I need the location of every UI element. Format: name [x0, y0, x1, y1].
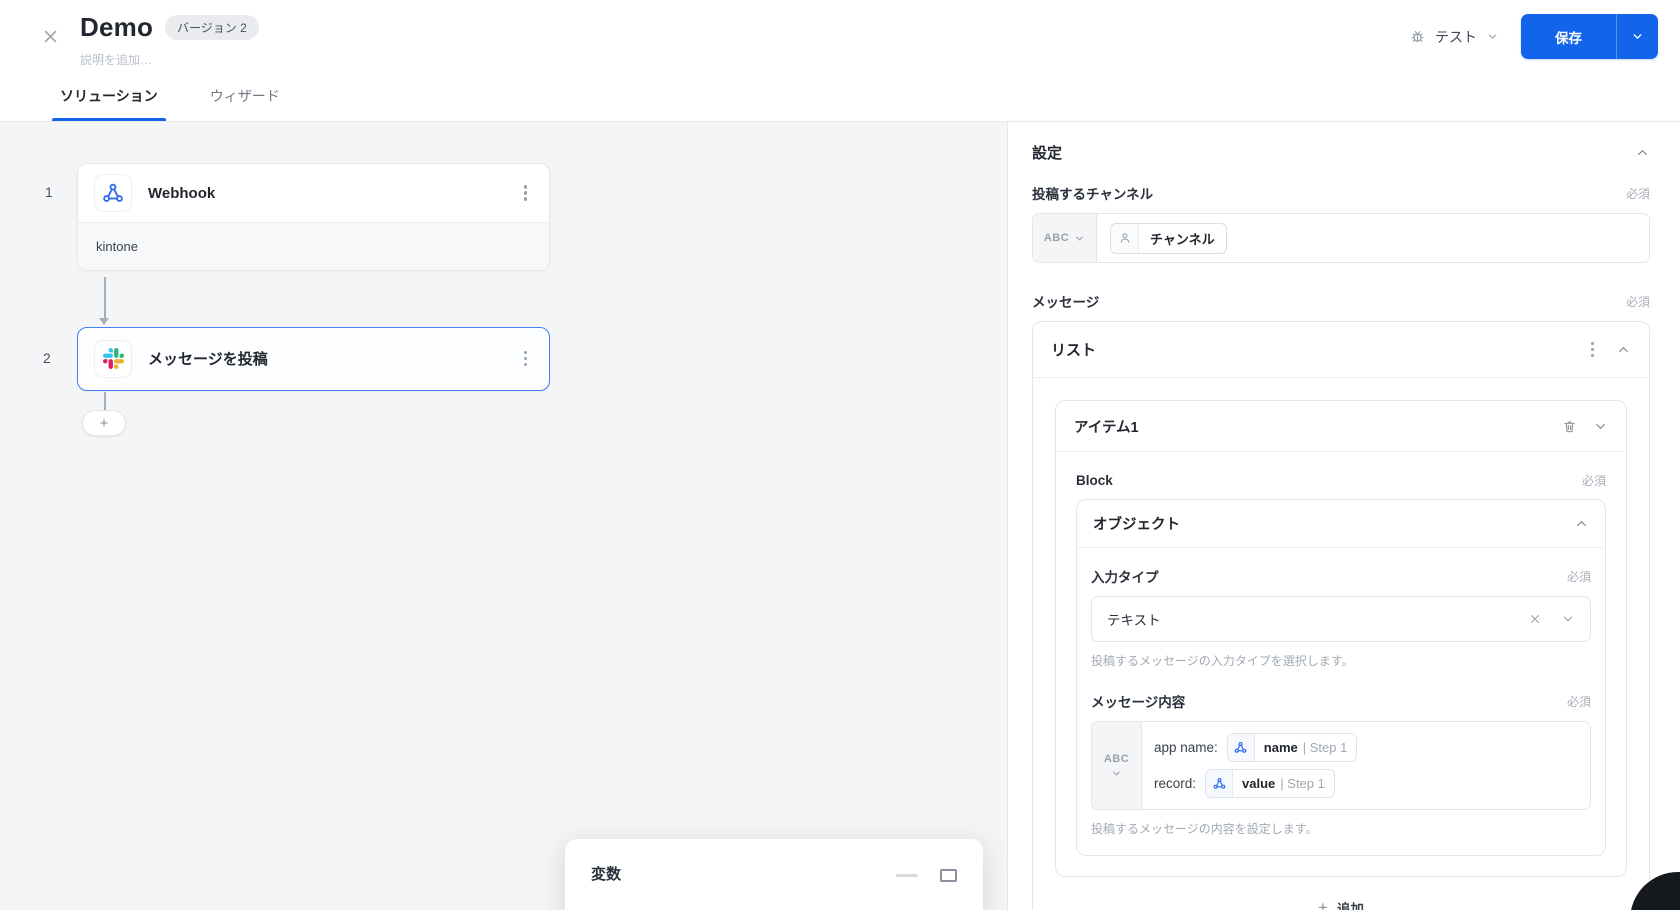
collapse-settings-button[interactable] — [1635, 145, 1650, 160]
input-type-label: ABC — [1103, 752, 1130, 765]
required-badge: 必須 — [1566, 569, 1591, 584]
input-type-selector[interactable]: ABC — [1092, 722, 1142, 809]
title-block: Demo バージョン 2 説明を追加… — [80, 12, 259, 68]
block-field-label: Block — [1076, 473, 1113, 488]
trash-icon[interactable] — [1562, 419, 1577, 434]
required-badge: 必須 — [1566, 694, 1591, 709]
variable-name: name — [1263, 740, 1298, 755]
step-number: 1 — [45, 184, 53, 200]
chevron-down-icon — [1111, 768, 1122, 779]
plus-icon: + — [1318, 898, 1328, 910]
channel-chip[interactable]: チャンネル — [1110, 222, 1227, 254]
list-card-title: リスト — [1051, 342, 1097, 359]
input-type-select[interactable]: テキスト — [1091, 596, 1591, 642]
required-badge: 必須 — [1625, 294, 1650, 309]
kebab-menu-icon[interactable] — [518, 179, 534, 207]
variables-panel[interactable]: 変数 — [565, 839, 983, 910]
collapse-object-button[interactable] — [1574, 516, 1589, 531]
chevron-down-icon[interactable] — [1561, 612, 1575, 626]
variable-name: value — [1242, 776, 1276, 791]
add-item-button[interactable]: + 追加 — [1055, 877, 1627, 910]
person-icon — [1111, 223, 1139, 253]
variable-source: | Step 1 — [1302, 740, 1348, 755]
kebab-menu-icon[interactable] — [1585, 336, 1601, 364]
collapse-list-button[interactable] — [1616, 342, 1631, 357]
chevron-up-icon — [1574, 516, 1589, 531]
test-button[interactable]: テスト — [1409, 27, 1499, 47]
connector-line — [104, 277, 106, 321]
test-button-label: テスト — [1435, 28, 1477, 45]
message-content-label: メッセージ内容 — [1091, 695, 1186, 710]
step-card-webhook[interactable]: Webhook kintone — [77, 163, 550, 271]
required-badge: 必須 — [1625, 186, 1650, 201]
close-icon[interactable] — [38, 24, 62, 48]
variables-panel-title: 変数 — [591, 866, 622, 883]
chevron-down-icon — [1631, 30, 1644, 43]
channel-input[interactable]: ABC チャンネル — [1032, 213, 1650, 263]
variable-chip[interactable]: name | Step 1 — [1226, 733, 1358, 762]
content-line: record: value | Step 1 — [1154, 769, 1578, 798]
description-placeholder[interactable]: 説明を追加… — [80, 51, 259, 68]
step-card-post-message[interactable]: メッセージを投稿 — [77, 327, 550, 391]
clear-icon[interactable] — [1529, 613, 1541, 625]
message-content-area[interactable]: app name: name | Step 1 record: value | … — [1142, 722, 1590, 809]
maximize-icon[interactable] — [940, 869, 957, 882]
content-line: app name: name | Step 1 — [1154, 733, 1578, 762]
object-card: オブジェクト 入力タイプ 必須 テキスト 投稿するメッセージの入力タイプを選択し… — [1076, 499, 1606, 856]
chevron-up-icon — [1616, 342, 1631, 357]
tab-bar: ソリューション ウィザード — [52, 86, 282, 121]
variable-chip[interactable]: value | Step 1 — [1205, 769, 1335, 798]
chevron-up-icon — [1635, 145, 1650, 160]
header-actions: テスト 保存 — [1409, 14, 1658, 59]
message-content-input[interactable]: ABC app name: name | Step 1 record: valu… — [1091, 721, 1591, 810]
step-title: メッセージを投稿 — [148, 351, 268, 368]
required-badge: 必須 — [1581, 474, 1606, 488]
variable-source: | Step 1 — [1280, 776, 1325, 791]
version-badge[interactable]: バージョン 2 — [165, 15, 259, 40]
input-type-field-label: 入力タイプ — [1091, 570, 1159, 585]
list-item-card: アイテム1 Block 必須 オブジェクト 入力タイプ 必須 テキスト 投稿する… — [1055, 400, 1627, 877]
input-type-select-value: テキスト — [1107, 613, 1161, 628]
message-field-label: メッセージ — [1032, 295, 1100, 310]
step-number: 2 — [43, 350, 51, 366]
settings-panel: 設定 投稿するチャンネル 必須 ABC チャンネル メッセージ 必須 リスト ア… — [1009, 122, 1680, 910]
save-button[interactable]: 保存 — [1521, 14, 1616, 59]
channel-input-area[interactable]: チャンネル — [1097, 214, 1649, 262]
webhook-icon — [1206, 770, 1234, 797]
input-type-selector[interactable]: ABC — [1033, 214, 1097, 262]
message-content-help: 投稿するメッセージの内容を設定します。 — [1091, 822, 1318, 836]
tab-wizard[interactable]: ウィザード — [208, 86, 282, 121]
webhook-icon — [1227, 734, 1255, 761]
bug-icon — [1409, 28, 1426, 45]
add-step-button[interactable]: + — [82, 410, 126, 436]
workflow-canvas[interactable]: 1 Webhook kintone 2 メッセージを投稿 + 変数 — [0, 122, 1008, 910]
chevron-down-icon[interactable] — [1593, 419, 1608, 434]
input-type-help: 投稿するメッセージの入力タイプを選択します。 — [1091, 654, 1354, 668]
save-split-button: 保存 — [1521, 14, 1658, 59]
page-title: Demo — [80, 12, 154, 42]
header: Demo バージョン 2 説明を追加… テスト 保存 ソリューション ウィザード — [0, 0, 1680, 122]
content-line-prefix: app name: — [1154, 740, 1218, 755]
channel-chip-label: チャンネル — [1150, 231, 1215, 247]
step-title: Webhook — [148, 184, 216, 202]
list-card: リスト アイテム1 Block 必須 オブジェクト 入力タイプ 必須 テキスト … — [1032, 321, 1650, 910]
content-line-prefix: record: — [1154, 776, 1197, 791]
step-subtitle: kintone — [78, 222, 549, 270]
object-card-title: オブジェクト — [1093, 517, 1180, 533]
chevron-down-icon — [1486, 30, 1499, 43]
minimize-icon[interactable] — [896, 874, 918, 877]
tab-solution[interactable]: ソリューション — [52, 86, 166, 121]
connector-line — [104, 392, 106, 410]
kebab-menu-icon[interactable] — [518, 345, 534, 373]
settings-title: 設定 — [1032, 145, 1063, 162]
input-type-label: ABC — [1043, 232, 1070, 244]
channel-field-label: 投稿するチャンネル — [1032, 187, 1154, 202]
connector-arrow — [99, 318, 109, 325]
save-dropdown-button[interactable] — [1616, 14, 1658, 59]
slack-icon — [94, 339, 132, 378]
item-card-title: アイテム1 — [1074, 419, 1139, 436]
chevron-down-icon — [1074, 233, 1085, 244]
webhook-icon — [94, 174, 132, 212]
add-item-label: 追加 — [1336, 902, 1364, 910]
